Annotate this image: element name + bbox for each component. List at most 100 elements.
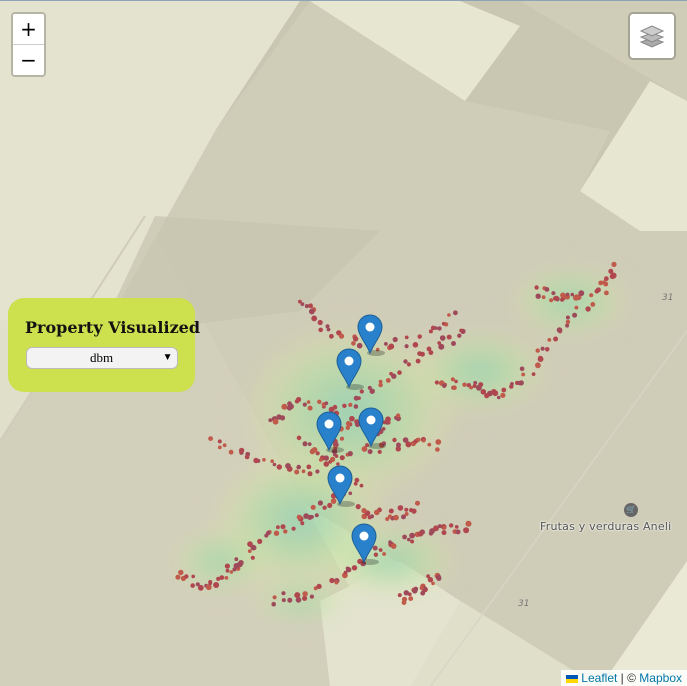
data-point	[351, 565, 358, 571]
data-point	[442, 383, 447, 388]
data-point	[434, 326, 438, 330]
data-point	[565, 323, 570, 328]
data-point	[300, 302, 305, 306]
data-point	[217, 445, 222, 450]
data-point	[285, 463, 291, 469]
data-point	[273, 530, 280, 536]
data-point	[388, 508, 394, 514]
data-point	[492, 390, 499, 397]
data-point	[416, 437, 421, 442]
data-point	[302, 441, 308, 447]
data-point	[409, 508, 414, 513]
data-point	[384, 342, 388, 346]
data-point	[603, 276, 609, 282]
zoom-in-button[interactable]: +	[13, 14, 44, 45]
leaflet-link[interactable]: Leaflet	[581, 671, 617, 685]
layers-control-button[interactable]	[628, 12, 676, 60]
mapbox-link[interactable]: Mapbox	[639, 671, 682, 685]
data-point	[405, 441, 412, 448]
data-point	[281, 591, 286, 596]
data-point	[208, 436, 214, 441]
data-point	[589, 293, 594, 298]
data-point	[294, 399, 300, 404]
data-point	[565, 315, 570, 320]
data-point	[406, 362, 411, 367]
data-point	[359, 483, 364, 488]
data-point	[359, 389, 364, 394]
data-point	[339, 436, 345, 441]
data-point	[611, 261, 617, 267]
data-point	[279, 415, 286, 421]
data-point	[427, 442, 432, 447]
data-point	[472, 384, 477, 388]
data-point	[453, 310, 458, 316]
data-point	[352, 336, 359, 342]
data-point	[322, 505, 327, 510]
data-point	[197, 584, 204, 591]
shopping-cart-icon: 🛒	[624, 503, 639, 517]
data-point	[191, 574, 195, 579]
address-number: 31	[662, 293, 674, 303]
data-point	[397, 505, 404, 511]
data-point	[306, 464, 312, 470]
property-panel: Property Visualized dbm ▼	[8, 298, 200, 392]
data-point	[317, 500, 323, 506]
data-point	[238, 560, 244, 566]
data-point	[378, 548, 383, 552]
data-point	[339, 455, 345, 461]
data-point	[222, 443, 227, 448]
data-point	[213, 582, 220, 588]
data-point	[404, 344, 409, 349]
data-point	[521, 372, 526, 377]
data-point	[519, 366, 525, 372]
data-point	[351, 341, 356, 346]
data-point	[434, 380, 439, 385]
data-point	[276, 464, 282, 470]
data-point	[296, 514, 302, 520]
data-point	[324, 401, 329, 406]
data-point	[452, 385, 457, 391]
data-point	[300, 521, 305, 526]
data-point	[272, 462, 277, 467]
data-point	[549, 298, 554, 303]
data-point	[408, 596, 414, 601]
data-point	[354, 477, 360, 483]
data-point	[224, 576, 229, 580]
data-point	[309, 594, 314, 599]
data-point	[585, 306, 591, 312]
data-point	[287, 401, 292, 407]
data-point	[336, 462, 340, 466]
data-point	[287, 597, 293, 603]
data-point	[535, 362, 541, 369]
data-point	[500, 392, 506, 398]
data-point	[535, 293, 541, 299]
data-point	[441, 321, 446, 326]
data-point	[426, 346, 432, 352]
poi-frutas-y-verduras[interactable]: 🛒 Frutas y verduras Aneli	[540, 503, 671, 533]
data-point	[372, 545, 378, 551]
data-point	[412, 342, 419, 348]
data-point	[439, 335, 446, 341]
data-point	[540, 346, 545, 351]
data-point	[441, 530, 447, 536]
data-point	[329, 577, 335, 584]
data-point	[484, 393, 490, 399]
layers-icon	[639, 25, 665, 48]
data-point	[556, 327, 563, 333]
data-point	[296, 435, 302, 441]
property-select[interactable]: dbm ▼	[25, 347, 178, 369]
data-point	[469, 385, 473, 390]
map-view[interactable]: 🛒 Frutas y verduras Aneli 31 31 + − Prop…	[0, 0, 687, 686]
data-point	[250, 555, 255, 560]
data-point	[334, 580, 339, 585]
data-point	[281, 598, 286, 603]
data-point	[268, 418, 273, 423]
zoom-out-button[interactable]: −	[13, 45, 44, 75]
data-point	[377, 449, 382, 454]
data-point	[378, 379, 383, 384]
data-point	[602, 280, 606, 285]
data-point	[454, 379, 458, 384]
data-point	[307, 405, 313, 411]
data-point	[326, 327, 331, 332]
data-point	[247, 549, 252, 553]
